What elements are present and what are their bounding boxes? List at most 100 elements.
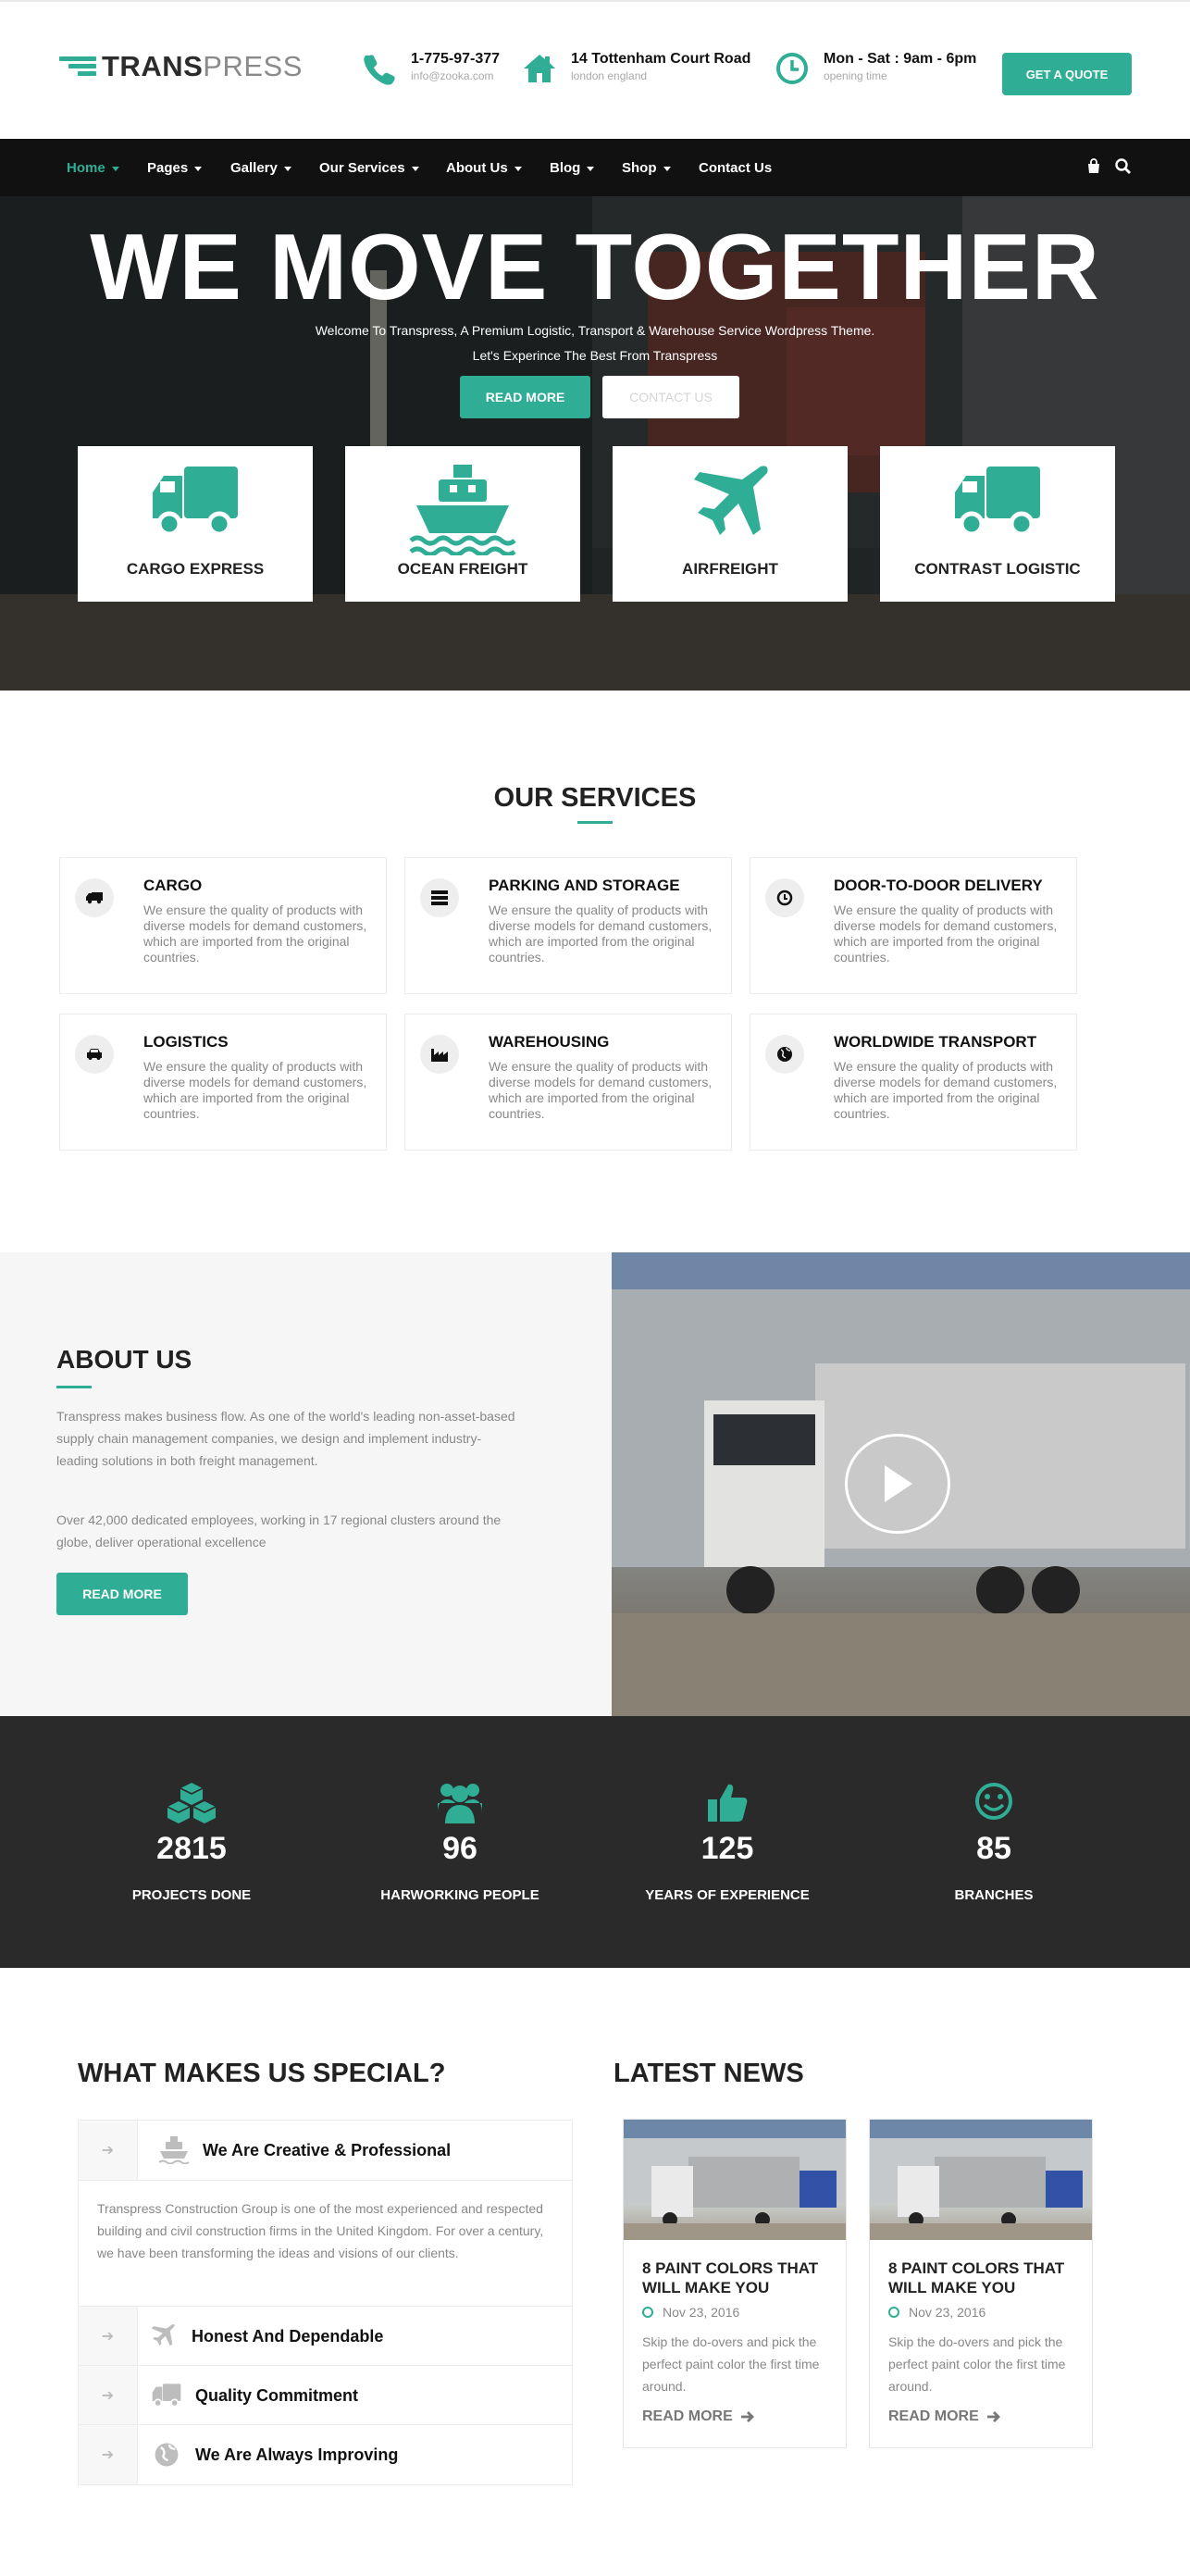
caret-down-icon [111, 166, 119, 171]
news-headline[interactable]: 8 PAINT COLORS THAT WILL MAKE YOU [888, 2259, 1083, 2297]
service-item-parking-and-storage[interactable]: PARKING AND STORAGE We ensure the qualit… [404, 857, 732, 994]
services-title-underline [577, 821, 613, 824]
clock-icon [776, 53, 808, 84]
caret-down-icon [411, 166, 419, 171]
stat-label: PROJECTS DONE [131, 1887, 252, 1903]
hero-card-label: AIRFREIGHT [682, 560, 778, 578]
hero-read-more-button[interactable]: READ MORE [460, 376, 590, 418]
about-video[interactable] [612, 1252, 1190, 1716]
accordion-item-improving[interactable]: ➔ We Are Always Improving [78, 2424, 573, 2485]
service-item-logistics[interactable]: LOGISTICS We ensure the quality of produ… [59, 1014, 387, 1151]
stats-section: 2815 PROJECTS DONE 96 HARWORKING PEOPLE … [0, 1716, 1190, 1968]
hero-card-ocean-freight[interactable]: OCEAN FREIGHT [345, 446, 580, 602]
stat-label: BRANCHES [954, 1887, 1034, 1903]
news-excerpt: Skip the do-overs and pick the perfect p… [888, 2334, 1066, 2394]
cubes-icon [167, 1783, 217, 1823]
home-icon [524, 55, 555, 82]
nav-item-pages[interactable]: Pages [147, 139, 203, 196]
nav-item-shop[interactable]: Shop [622, 139, 671, 196]
clock-icon [888, 2307, 899, 2318]
search-icon[interactable] [1114, 157, 1133, 176]
news-read-more-link[interactable]: READ MORE [642, 2408, 755, 2425]
hero-card-contrast-logistic[interactable]: CONTRAST LOGISTIC [880, 446, 1115, 602]
caret-down-icon [587, 166, 595, 171]
about-title: ABOUT US [56, 1345, 192, 1374]
nav-item-contact-us[interactable]: Contact Us [699, 139, 772, 196]
nav-item-our-services[interactable]: Our Services [319, 139, 419, 196]
arrow-right-icon[interactable]: ➔ [79, 2307, 138, 2366]
hero-contact-us-button[interactable]: CONTACT US [602, 376, 739, 418]
hero-card-label: CONTRAST LOGISTIC [914, 560, 1081, 578]
get-quote-button[interactable]: GET A QUOTE [1002, 53, 1132, 95]
hero-card-cargo-express[interactable]: CARGO EXPRESS [78, 446, 313, 602]
service-title: LOGISTICS [143, 1033, 229, 1051]
news-image[interactable] [870, 2120, 1092, 2240]
service-item-cargo[interactable]: CARGO We ensure the quality of products … [59, 857, 387, 994]
opening-time-text: opening time [824, 69, 887, 82]
logo[interactable]: TRANSPRESS [59, 50, 303, 83]
smile-icon [975, 1783, 1012, 1820]
address-text: 14 Tottenham Court Road [571, 51, 751, 67]
clock-icon [776, 890, 793, 906]
play-button[interactable] [845, 1434, 950, 1534]
news-image[interactable] [624, 2120, 846, 2240]
plane-icon [151, 2324, 175, 2346]
accordion-item-quality[interactable]: ➔ Quality Commitment [78, 2365, 573, 2426]
news-card[interactable]: 8 PAINT COLORS THAT WILL MAKE YOU Nov 23… [869, 2119, 1093, 2448]
service-title: WAREHOUSING [489, 1033, 610, 1051]
service-item-door-to-door-delivery[interactable]: DOOR-TO-DOOR DELIVERY We ensure the qual… [750, 857, 1077, 994]
nav-item-gallery[interactable]: Gallery [230, 139, 291, 196]
users-icon [438, 1784, 482, 1823]
service-title: PARKING AND STORAGE [489, 877, 680, 894]
service-item-warehousing[interactable]: WAREHOUSING We ensure the quality of pro… [404, 1014, 732, 1151]
stat-number: 85 [976, 1831, 1011, 1866]
accordion-item-honest[interactable]: ➔ Honest And Dependable [78, 2306, 573, 2367]
about-paragraph-2: Over 42,000 dedicated employees, working… [56, 1512, 502, 1549]
header: TRANSPRESS 1-775-97-377 info@zooka.com 1… [0, 0, 1190, 139]
about-title-underline [56, 1386, 92, 1388]
caret-down-icon [663, 166, 671, 171]
nav-item-about-us[interactable]: About Us [446, 139, 522, 196]
services-title: OUR SERVICES [493, 783, 697, 813]
about-paragraph-1: Transpress makes business flow. As one o… [56, 1409, 515, 1468]
stat-label: HARWORKING PEOPLE [380, 1887, 539, 1903]
hero-subtitle: Welcome To Transpress, A Premium Logisti… [315, 323, 875, 338]
nav-item-blog[interactable]: Blog [550, 139, 595, 196]
service-text: We ensure the quality of products with d… [834, 1059, 1058, 1121]
hero-card-label: CARGO EXPRESS [126, 560, 265, 578]
service-title: CARGO [143, 877, 203, 894]
address-info: 14 Tottenham Court Road london england [521, 50, 750, 87]
truck-icon [152, 2383, 181, 2408]
news-read-more-link[interactable]: READ MORE [888, 2408, 1001, 2425]
arrow-right-icon[interactable]: ➔ [79, 2366, 138, 2425]
city-text: london england [571, 69, 648, 82]
play-icon [885, 1465, 912, 1502]
caret-down-icon [194, 166, 203, 171]
storage-icon [431, 890, 448, 905]
accordion-item-creative[interactable]: ➔ We Are Creative & Professional Transpr… [78, 2120, 573, 2307]
hero-card-label: OCEAN FREIGHT [397, 560, 528, 578]
news-card[interactable]: 8 PAINT COLORS THAT WILL MAKE YOU Nov 23… [623, 2119, 847, 2448]
news-headline[interactable]: 8 PAINT COLORS THAT WILL MAKE YOU [642, 2259, 837, 2297]
hero-subtitle-2: Let's Experince The Best From Transpress [472, 348, 718, 363]
stat-number: 2815 [156, 1831, 227, 1866]
truck-icon [955, 467, 1040, 537]
ship-icon [409, 465, 516, 555]
phone-icon [364, 55, 395, 85]
car-icon [87, 1049, 102, 1060]
service-item-worldwide-transport[interactable]: WORLDWIDE TRANSPORT We ensure the qualit… [750, 1014, 1077, 1151]
hero-card-airfreight[interactable]: AIRFREIGHT [613, 446, 848, 602]
arrow-right-icon[interactable]: ➔ [79, 2425, 138, 2484]
thumbs-up-icon [708, 1784, 748, 1822]
arrow-right-icon[interactable]: ➔ [79, 2121, 138, 2180]
special-title: WHAT MAKES US SPECIAL? [78, 2059, 446, 2088]
about-read-more-button[interactable]: READ MORE [56, 1573, 188, 1615]
service-title: WORLDWIDE TRANSPORT [834, 1033, 1037, 1051]
accordion-title: We Are Always Improving [195, 2445, 399, 2464]
news-excerpt: Skip the do-overs and pick the perfect p… [642, 2334, 820, 2394]
phone-info: 1-775-97-377 info@zooka.com [361, 50, 500, 87]
cart-icon[interactable] [1085, 157, 1103, 176]
nav-item-home[interactable]: Home [67, 139, 119, 196]
service-text: We ensure the quality of products with d… [143, 1059, 367, 1121]
arrow-right-icon [740, 2411, 754, 2422]
